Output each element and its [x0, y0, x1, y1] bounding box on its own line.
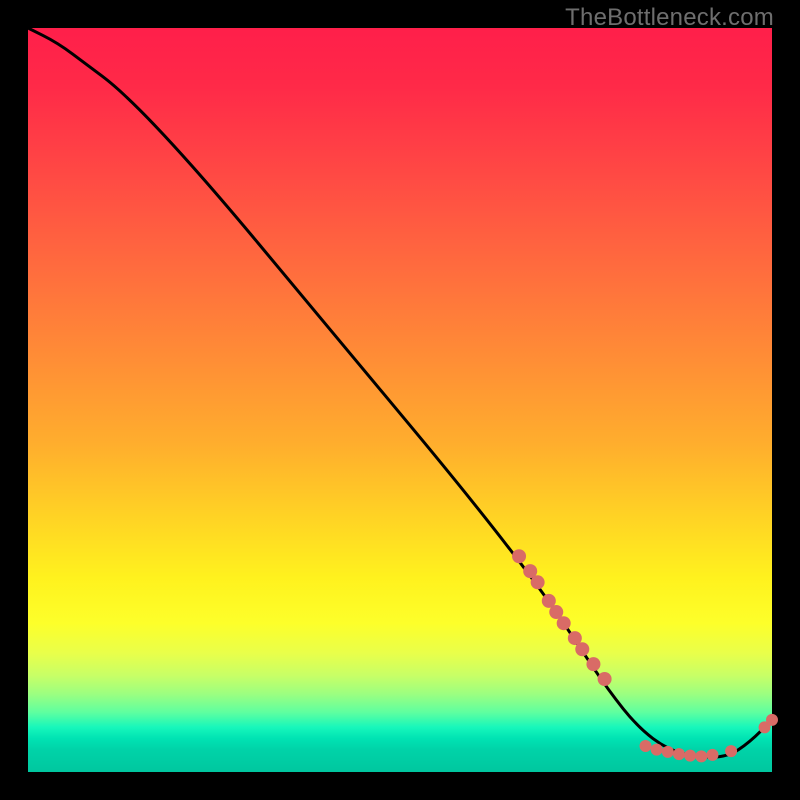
data-marker	[640, 740, 652, 752]
data-marker	[598, 672, 612, 686]
chart-overlay	[28, 28, 772, 772]
data-marker	[684, 750, 696, 762]
curve-layer	[28, 28, 772, 757]
data-marker	[531, 575, 545, 589]
data-marker	[695, 750, 707, 762]
data-marker	[662, 746, 674, 758]
data-marker	[586, 657, 600, 671]
data-marker	[673, 748, 685, 760]
data-marker	[575, 642, 589, 656]
data-marker	[512, 549, 526, 563]
chart-stage: TheBottleneck.com	[0, 0, 800, 800]
data-marker	[557, 616, 571, 630]
data-marker	[706, 749, 718, 761]
data-marker	[651, 744, 663, 756]
bottleneck-curve	[28, 28, 772, 757]
data-marker	[725, 745, 737, 757]
data-marker	[766, 714, 778, 726]
